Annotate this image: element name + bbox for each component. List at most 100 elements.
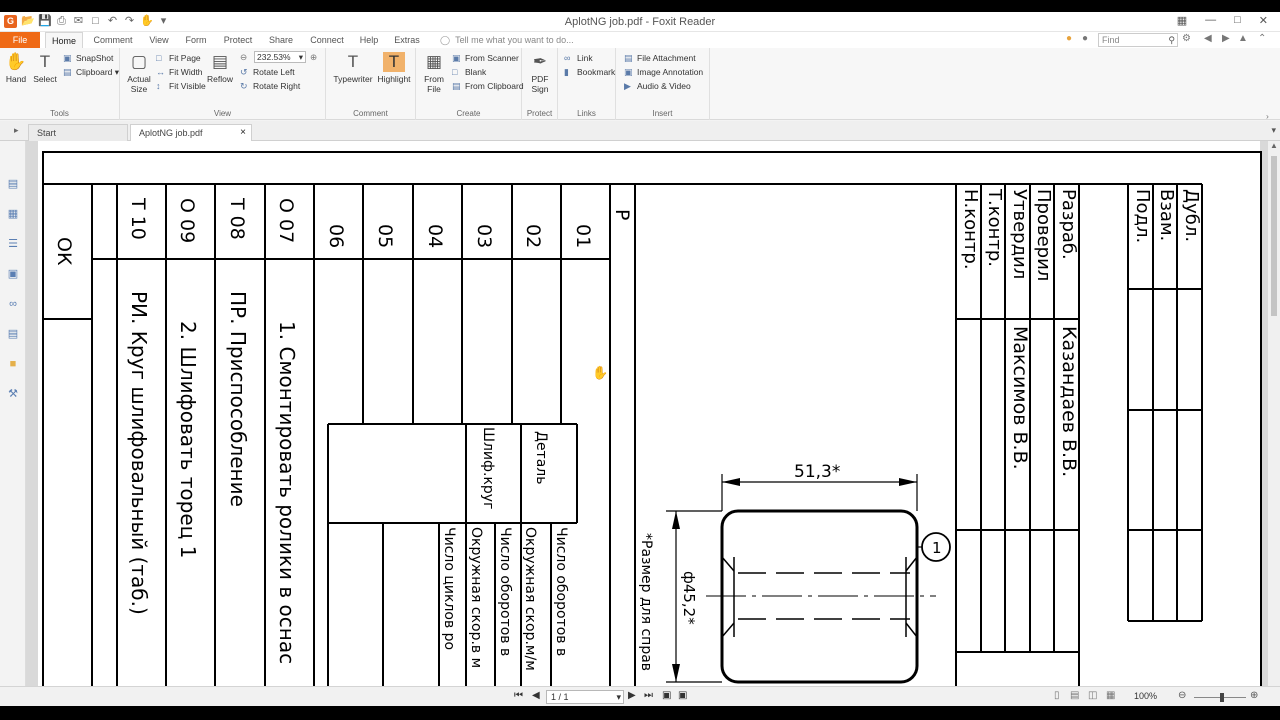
- page-thumbnails-icon[interactable]: ▤: [6, 177, 20, 191]
- close-button[interactable]: ✕: [1259, 14, 1268, 27]
- next-page-icon[interactable]: ▶: [628, 690, 636, 701]
- group-links: ∞ Link ▮ Bookmark Links: [558, 48, 616, 120]
- row-code-05: 05: [374, 224, 396, 248]
- row-code-03: 03: [473, 224, 495, 248]
- signatures-icon[interactable]: ▤: [6, 327, 20, 341]
- clipboard-button[interactable]: ▤ Clipboard ▾: [63, 66, 119, 78]
- rotate-left-button[interactable]: ↺ Rotate Left: [240, 66, 295, 78]
- tab-start[interactable]: Start: [28, 124, 128, 141]
- blank-button[interactable]: □ Blank: [452, 66, 486, 78]
- tab-help[interactable]: Help: [356, 32, 382, 48]
- snapshot-button[interactable]: ▣ SnapShot: [63, 52, 113, 64]
- bookmark-icon: ▮: [564, 67, 569, 77]
- vertical-scrollbar[interactable]: ▲ ▼: [1268, 141, 1280, 698]
- bookmarks-panel-icon[interactable]: ▣: [6, 267, 20, 281]
- tab-home[interactable]: Home: [45, 32, 83, 48]
- tabs-menu-icon[interactable]: ▾: [1271, 125, 1276, 136]
- minimize-button[interactable]: —: [1205, 14, 1216, 27]
- alert-icon[interactable]: ▲: [1238, 33, 1248, 44]
- search-icon[interactable]: ⚲: [1168, 35, 1175, 46]
- param-speed-2: Окружная скор.в м: [468, 527, 484, 668]
- audio-video-button[interactable]: ▶ Audio & Video: [624, 80, 691, 92]
- tab-comment[interactable]: Comment: [90, 32, 136, 48]
- pdf-sign-button[interactable]: ✒ PDF Sign: [526, 52, 554, 94]
- previous-result-icon[interactable]: ◀: [1204, 33, 1212, 44]
- actual-size-icon: ▢: [130, 52, 148, 71]
- role-norm-control: Н.контр.: [960, 189, 981, 270]
- scroll-thumb[interactable]: [1271, 156, 1277, 316]
- close-tab-icon[interactable]: ×: [240, 125, 246, 141]
- length-dimension-text: 51,3*: [794, 462, 840, 482]
- tab-extras[interactable]: Extras: [390, 32, 424, 48]
- clipboard-icon: ▤: [63, 67, 72, 77]
- zoom-in-icon[interactable]: ⊕: [310, 51, 317, 63]
- continuous-icon[interactable]: ▤: [1070, 690, 1079, 701]
- security-icon[interactable]: ■: [6, 357, 20, 371]
- previous-page-icon[interactable]: ◀: [532, 690, 540, 701]
- tab-file[interactable]: File: [0, 32, 40, 48]
- camera-icon: ▣: [63, 53, 72, 63]
- tab-view[interactable]: View: [144, 32, 174, 48]
- bookmark-button[interactable]: ▮ Bookmark: [564, 66, 615, 78]
- single-page-icon[interactable]: ▯: [1054, 690, 1060, 701]
- image-annotation-button[interactable]: ▣ Image Annotation: [624, 66, 703, 78]
- maximize-button[interactable]: □: [1234, 14, 1241, 27]
- find-input[interactable]: Find ⚲: [1098, 33, 1178, 47]
- zoom-out-icon[interactable]: ⊖: [240, 51, 247, 63]
- group-insert-label: Insert: [652, 109, 673, 118]
- scanner-icon: ▣: [452, 53, 461, 63]
- zoom-dropdown-icon[interactable]: ▾: [299, 52, 303, 63]
- page-number-field[interactable]: 1 / 1 ▾: [546, 690, 624, 704]
- pdf-page-drawing: 51,3* 1 ОК Т 10 О 09 Т 08 О 07 06 05 04 …: [38, 141, 1262, 698]
- reflow-button[interactable]: ▤ Reflow: [206, 52, 234, 84]
- settings-icon[interactable]: ⚙: [1182, 33, 1191, 44]
- comments-panel-icon[interactable]: ☰: [6, 237, 20, 251]
- fit-width-button[interactable]: ↔ Fit Width: [156, 66, 203, 78]
- layers-icon[interactable]: ▦: [6, 207, 20, 221]
- rotate-right-button[interactable]: ↻ Rotate Right: [240, 80, 300, 92]
- attachments-icon[interactable]: ∞: [6, 297, 20, 311]
- last-page-icon[interactable]: ⏭: [644, 690, 653, 701]
- from-scanner-button[interactable]: ▣ From Scanner: [452, 52, 519, 64]
- tab-protect[interactable]: Protect: [218, 32, 258, 48]
- user-icon[interactable]: ●: [1082, 33, 1088, 44]
- zoom-field[interactable]: 232.53% ▾: [254, 51, 306, 63]
- tab-aplotng-job[interactable]: AplotNG job.pdf ×: [130, 124, 252, 141]
- tell-me-box[interactable]: ◯ Tell me what you want to do...: [440, 32, 574, 48]
- from-clipboard-button[interactable]: ▤ From Clipboard: [452, 80, 524, 92]
- link-button[interactable]: ∞ Link: [564, 52, 593, 64]
- next-result-icon[interactable]: ▶: [1222, 33, 1230, 44]
- fit-page-button[interactable]: □ Fit Page: [156, 52, 201, 64]
- blank-page-icon: □: [452, 67, 458, 77]
- from-file-button[interactable]: ▦ From File: [420, 52, 448, 94]
- zoom-in-status-icon[interactable]: ⊕: [1250, 690, 1258, 701]
- navigation-toggle-icon[interactable]: ▸: [14, 125, 19, 136]
- zoom-slider-knob[interactable]: [1220, 693, 1224, 702]
- layout-icon[interactable]: ▦: [1177, 14, 1187, 27]
- group-view-label: View: [213, 109, 232, 118]
- facing-icon[interactable]: ◫: [1088, 690, 1097, 701]
- tab-connect[interactable]: Connect: [306, 32, 348, 48]
- scroll-up-icon[interactable]: ▲: [1270, 141, 1278, 150]
- page-dropdown-icon[interactable]: ▾: [616, 691, 621, 703]
- typewriter-button[interactable]: T Typewriter: [332, 52, 374, 84]
- operation-t10: РИ. Круг шлифовальный (таб.): [127, 291, 151, 615]
- previous-view-icon[interactable]: ▣: [662, 690, 671, 701]
- tools-panel-icon[interactable]: ⚒: [6, 387, 20, 401]
- notification-icon[interactable]: ●: [1066, 33, 1072, 44]
- tab-form[interactable]: Form: [182, 32, 210, 48]
- zoom-slider[interactable]: [1194, 693, 1246, 702]
- first-page-icon[interactable]: ⏮: [514, 690, 523, 701]
- zoom-out-status-icon[interactable]: ⊖: [1178, 690, 1186, 701]
- document-view[interactable]: 51,3* 1 ОК Т 10 О 09 Т 08 О 07 06 05 04 …: [26, 141, 1268, 698]
- actual-size-button[interactable]: ▢ Actual Size: [124, 52, 154, 94]
- fit-visible-button[interactable]: ↕ Fit Visible: [156, 80, 206, 92]
- continuous-facing-icon[interactable]: ▦: [1106, 690, 1115, 701]
- hand-button[interactable]: ✋ Hand: [4, 52, 28, 84]
- highlight-button[interactable]: T Highlight: [376, 52, 412, 84]
- collapse-ribbon-icon[interactable]: ⌃: [1258, 33, 1266, 44]
- select-button[interactable]: T Select: [32, 52, 58, 84]
- file-attachment-button[interactable]: ▤ File Attachment: [624, 52, 696, 64]
- next-view-icon[interactable]: ▣: [678, 690, 687, 701]
- tab-share[interactable]: Share: [266, 32, 296, 48]
